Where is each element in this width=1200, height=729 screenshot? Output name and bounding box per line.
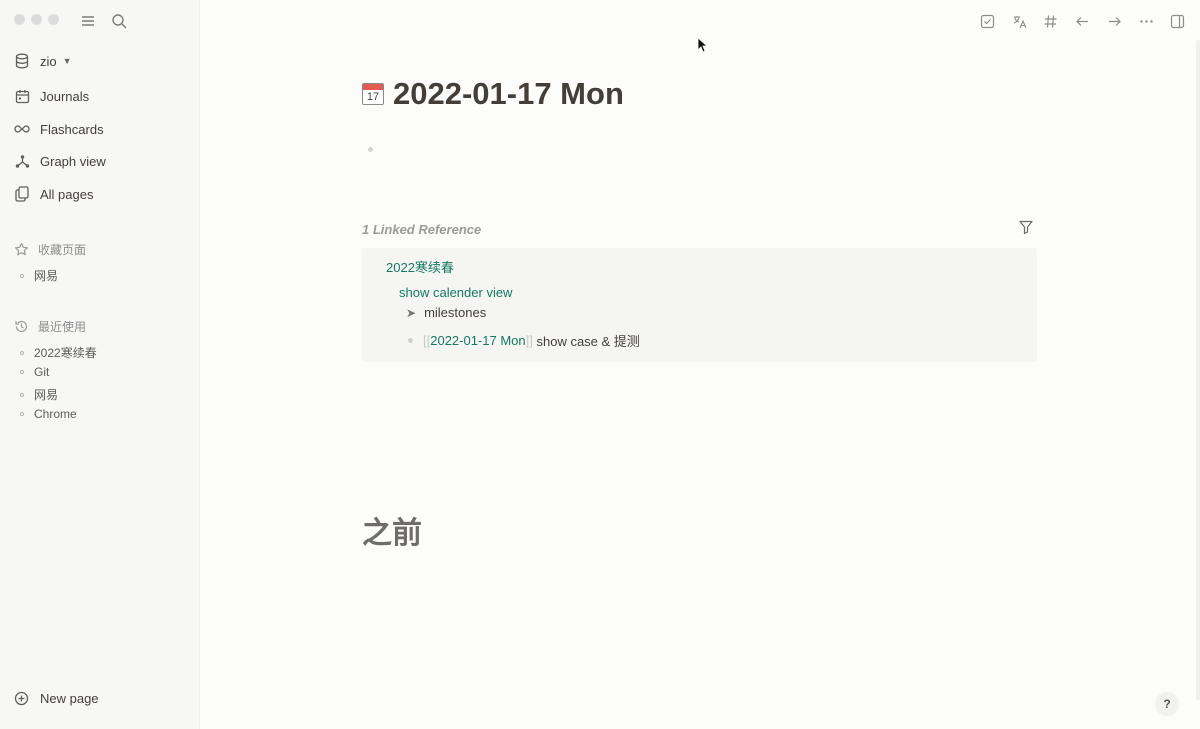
recent-title: 最近使用 xyxy=(38,319,87,334)
bracket-open: [[ xyxy=(423,333,431,348)
bullet-icon xyxy=(20,370,24,374)
bullet-icon xyxy=(20,350,24,355)
scrollbar[interactable] xyxy=(1196,40,1200,700)
search-icon[interactable] xyxy=(110,12,128,30)
database-icon xyxy=(14,53,30,69)
graph-name: zio xyxy=(40,53,57,69)
chevron-down-icon: ▼ xyxy=(62,56,72,66)
filter-icon[interactable] xyxy=(1018,219,1036,237)
translate-icon[interactable] xyxy=(1010,12,1028,30)
page-title-text: 2022-01-17 Mon xyxy=(393,76,624,111)
page-reference-link[interactable]: 2022-01-17 Mon xyxy=(430,333,525,348)
menu-icon[interactable] xyxy=(79,12,97,30)
right-sidebar-toggle-icon[interactable] xyxy=(1168,12,1186,30)
favorite-item-label: 网易 xyxy=(34,269,59,283)
recent-item-label: Git xyxy=(34,365,50,379)
sidebar-item-journals[interactable]: Journals xyxy=(14,84,89,108)
bracket-close: ]] xyxy=(525,333,533,348)
bullet-icon xyxy=(20,412,24,416)
bullet-icon xyxy=(20,273,24,278)
left-sidebar: zio ▼ Journals Flashcards Graph view All… xyxy=(0,0,200,729)
arrow-right-icon[interactable] xyxy=(1105,12,1123,30)
maximize-window-button[interactable] xyxy=(48,14,59,25)
sidebar-item-label: All pages xyxy=(40,186,94,202)
new-page-label: New page xyxy=(40,690,99,706)
recent-item[interactable]: 网易 xyxy=(20,386,58,403)
recent-item[interactable]: 2022寒续春 xyxy=(20,344,97,361)
empty-block-bullet[interactable] xyxy=(368,147,373,152)
star-icon xyxy=(14,241,30,257)
linked-reference-block: 2022寒续春 show calender view ➤ milestones … xyxy=(362,248,1037,362)
section-heading: 之前 xyxy=(362,517,422,550)
recent-item[interactable]: Chrome xyxy=(20,407,77,421)
sidebar-item-graph-view[interactable]: Graph view xyxy=(14,149,106,173)
recent-item-label: Chrome xyxy=(34,407,77,421)
sidebar-item-label: Journals xyxy=(40,88,90,104)
recent-item[interactable]: Git xyxy=(20,365,49,379)
recent-item-label: 网易 xyxy=(34,388,59,402)
sidebar-item-all-pages[interactable]: All pages xyxy=(14,182,93,206)
reference-block[interactable]: [[ 2022-01-17 Mon ]] show case & 提测 xyxy=(408,331,640,350)
hashtag-icon[interactable] xyxy=(1041,12,1059,30)
arrow-left-icon[interactable] xyxy=(1073,12,1091,30)
reference-page-link[interactable]: 2022寒续春 xyxy=(386,257,454,276)
graph-selector[interactable]: zio ▼ xyxy=(14,49,72,73)
recent-header[interactable]: 最近使用 xyxy=(14,316,86,336)
reference-parent-block[interactable]: show calender view xyxy=(399,285,512,300)
sidebar-item-label: Graph view xyxy=(40,153,106,169)
sidebar-item-label: Flashcards xyxy=(40,121,104,137)
favorites-title: 收藏页面 xyxy=(38,242,87,257)
infinity-icon xyxy=(14,121,30,137)
more-icon[interactable] xyxy=(1137,12,1155,30)
mouse-cursor-icon xyxy=(697,37,709,53)
calendar-emoji-number: 17 xyxy=(366,91,380,103)
calendar-emoji-icon: 17 xyxy=(362,83,384,105)
block-bullet-icon[interactable] xyxy=(408,338,413,343)
favorites-header[interactable]: 收藏页面 xyxy=(14,239,86,259)
pages-icon xyxy=(14,186,30,202)
collapsed-block[interactable]: ➤ milestones xyxy=(406,305,486,320)
page-title[interactable]: 17 2022-01-17 Mon xyxy=(362,76,624,112)
history-icon xyxy=(14,318,30,334)
plus-circle-icon xyxy=(14,690,30,706)
new-page-button[interactable]: New page xyxy=(14,690,99,706)
minimize-window-button[interactable] xyxy=(31,14,42,25)
block-text: show case & 提测 xyxy=(532,334,640,349)
bullet-icon xyxy=(20,392,24,397)
sidebar-item-flashcards[interactable]: Flashcards xyxy=(14,117,104,141)
close-window-button[interactable] xyxy=(14,14,25,25)
collapsed-arrow-icon[interactable]: ➤ xyxy=(406,306,416,320)
todo-checkbox-icon[interactable] xyxy=(978,12,996,30)
window-controls xyxy=(14,14,59,25)
favorite-item[interactable]: 网易 xyxy=(20,267,58,284)
graph-icon xyxy=(14,153,30,169)
linked-references-heading[interactable]: 1 Linked Reference xyxy=(362,222,481,237)
help-button[interactable]: ? xyxy=(1155,692,1179,716)
recent-item-label: 2022寒续春 xyxy=(34,346,97,360)
calendar-icon xyxy=(14,88,30,104)
block-text: milestones xyxy=(424,305,487,320)
